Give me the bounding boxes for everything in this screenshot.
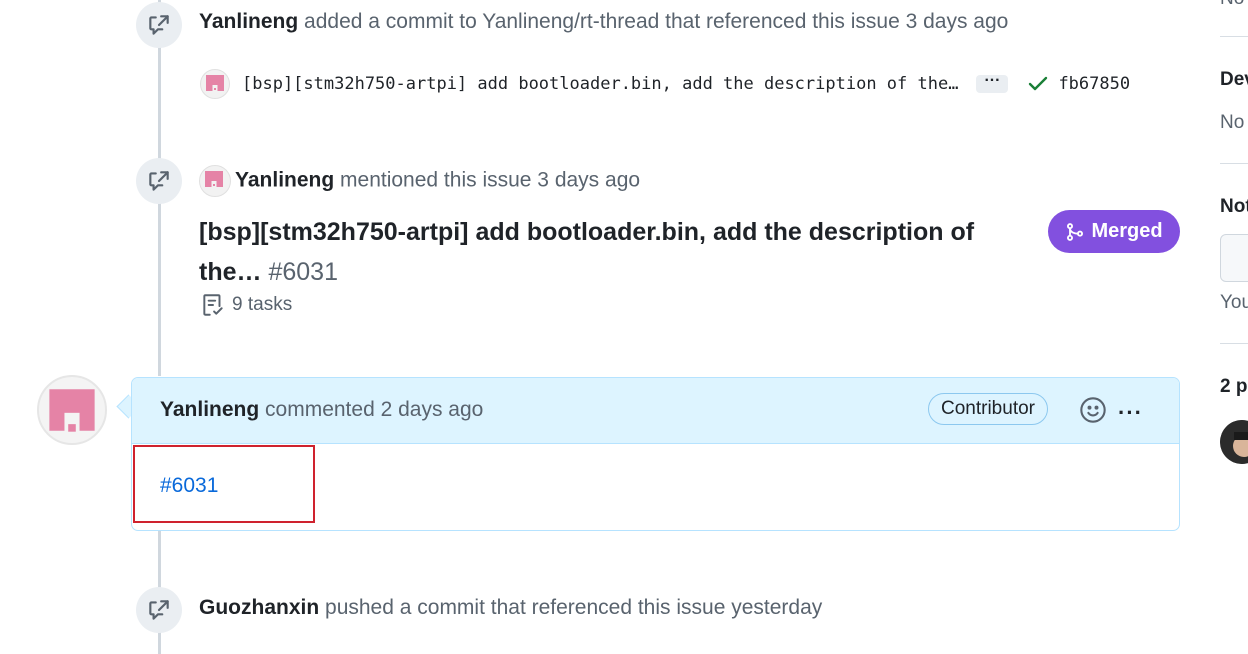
comment-author[interactable]: Yanlineng bbox=[160, 398, 259, 421]
participant-avatar[interactable] bbox=[1220, 420, 1248, 464]
check-icon bbox=[1029, 76, 1048, 91]
cross-reference-icon bbox=[136, 158, 182, 204]
event-description: pushed a commit that referenced this iss… bbox=[325, 596, 823, 619]
highlight-annotation bbox=[133, 445, 315, 523]
event-description: mentioned this issue 3 days ago bbox=[340, 168, 641, 192]
timeline-event: Guozhanxin pushed a commit that referenc… bbox=[199, 596, 822, 620]
commit-message-link[interactable]: [bsp][stm32h750-artpi] add bootloader.bi… bbox=[242, 74, 958, 94]
development-value: No bbox=[1220, 112, 1245, 133]
smiley-icon[interactable] bbox=[1079, 396, 1107, 424]
cross-reference-icon bbox=[136, 587, 182, 633]
timeline-event: Yanlineng mentioned this issue 3 days ag… bbox=[199, 165, 640, 197]
pr-number[interactable]: #6031 bbox=[268, 258, 338, 286]
commit-sha-link[interactable]: fb67850 bbox=[1058, 74, 1130, 94]
comment-header: Yanlineng commented 2 days ago Contribut… bbox=[132, 378, 1179, 444]
expand-commit-button[interactable]: ··· bbox=[976, 73, 1009, 93]
event-author[interactable]: Yanlineng bbox=[199, 10, 298, 33]
divider bbox=[1220, 163, 1248, 164]
contributor-badge: Contributor bbox=[928, 393, 1048, 425]
task-count: 9 tasks bbox=[200, 292, 292, 318]
checklist-icon bbox=[203, 294, 223, 316]
pull-request-title[interactable]: [bsp][stm32h750-artpi] add bootloader.bi… bbox=[199, 212, 1019, 292]
cross-reference-icon bbox=[136, 2, 182, 48]
event-author[interactable]: Yanlineng bbox=[235, 169, 334, 192]
subscribe-button[interactable] bbox=[1220, 234, 1248, 282]
divider bbox=[1220, 36, 1248, 37]
tasks-label: 9 tasks bbox=[232, 294, 293, 315]
comment-options-button[interactable]: ··· bbox=[1118, 400, 1143, 426]
event-description: added a commit to Yanlineng/rt-thread th… bbox=[304, 10, 1009, 33]
divider bbox=[1220, 343, 1248, 344]
comment-meta: Yanlineng commented 2 days ago bbox=[160, 398, 483, 422]
avatar[interactable] bbox=[37, 375, 107, 445]
merged-label: Merged bbox=[1091, 220, 1163, 242]
notifications-text: You bbox=[1220, 292, 1248, 313]
commit-row: [bsp][stm32h750-artpi] add bootloader.bi… bbox=[200, 68, 1130, 100]
event-author[interactable]: Guozhanxin bbox=[199, 596, 319, 619]
timeline-event: Yanlineng added a commit to Yanlineng/rt… bbox=[199, 10, 1008, 34]
avatar[interactable] bbox=[199, 165, 231, 197]
merged-status-badge: Merged bbox=[1048, 210, 1180, 253]
comment-timestamp[interactable]: commented 2 days ago bbox=[265, 398, 483, 421]
right-sidebar: No Dev No Not You 2 p bbox=[1220, 0, 1248, 654]
notifications-heading: Not bbox=[1220, 196, 1248, 217]
avatar[interactable] bbox=[200, 69, 230, 99]
git-merge-icon bbox=[1067, 222, 1084, 241]
sidebar-value: No bbox=[1220, 0, 1244, 10]
development-heading[interactable]: Dev bbox=[1220, 69, 1248, 91]
participants-heading: 2 p bbox=[1220, 376, 1248, 397]
